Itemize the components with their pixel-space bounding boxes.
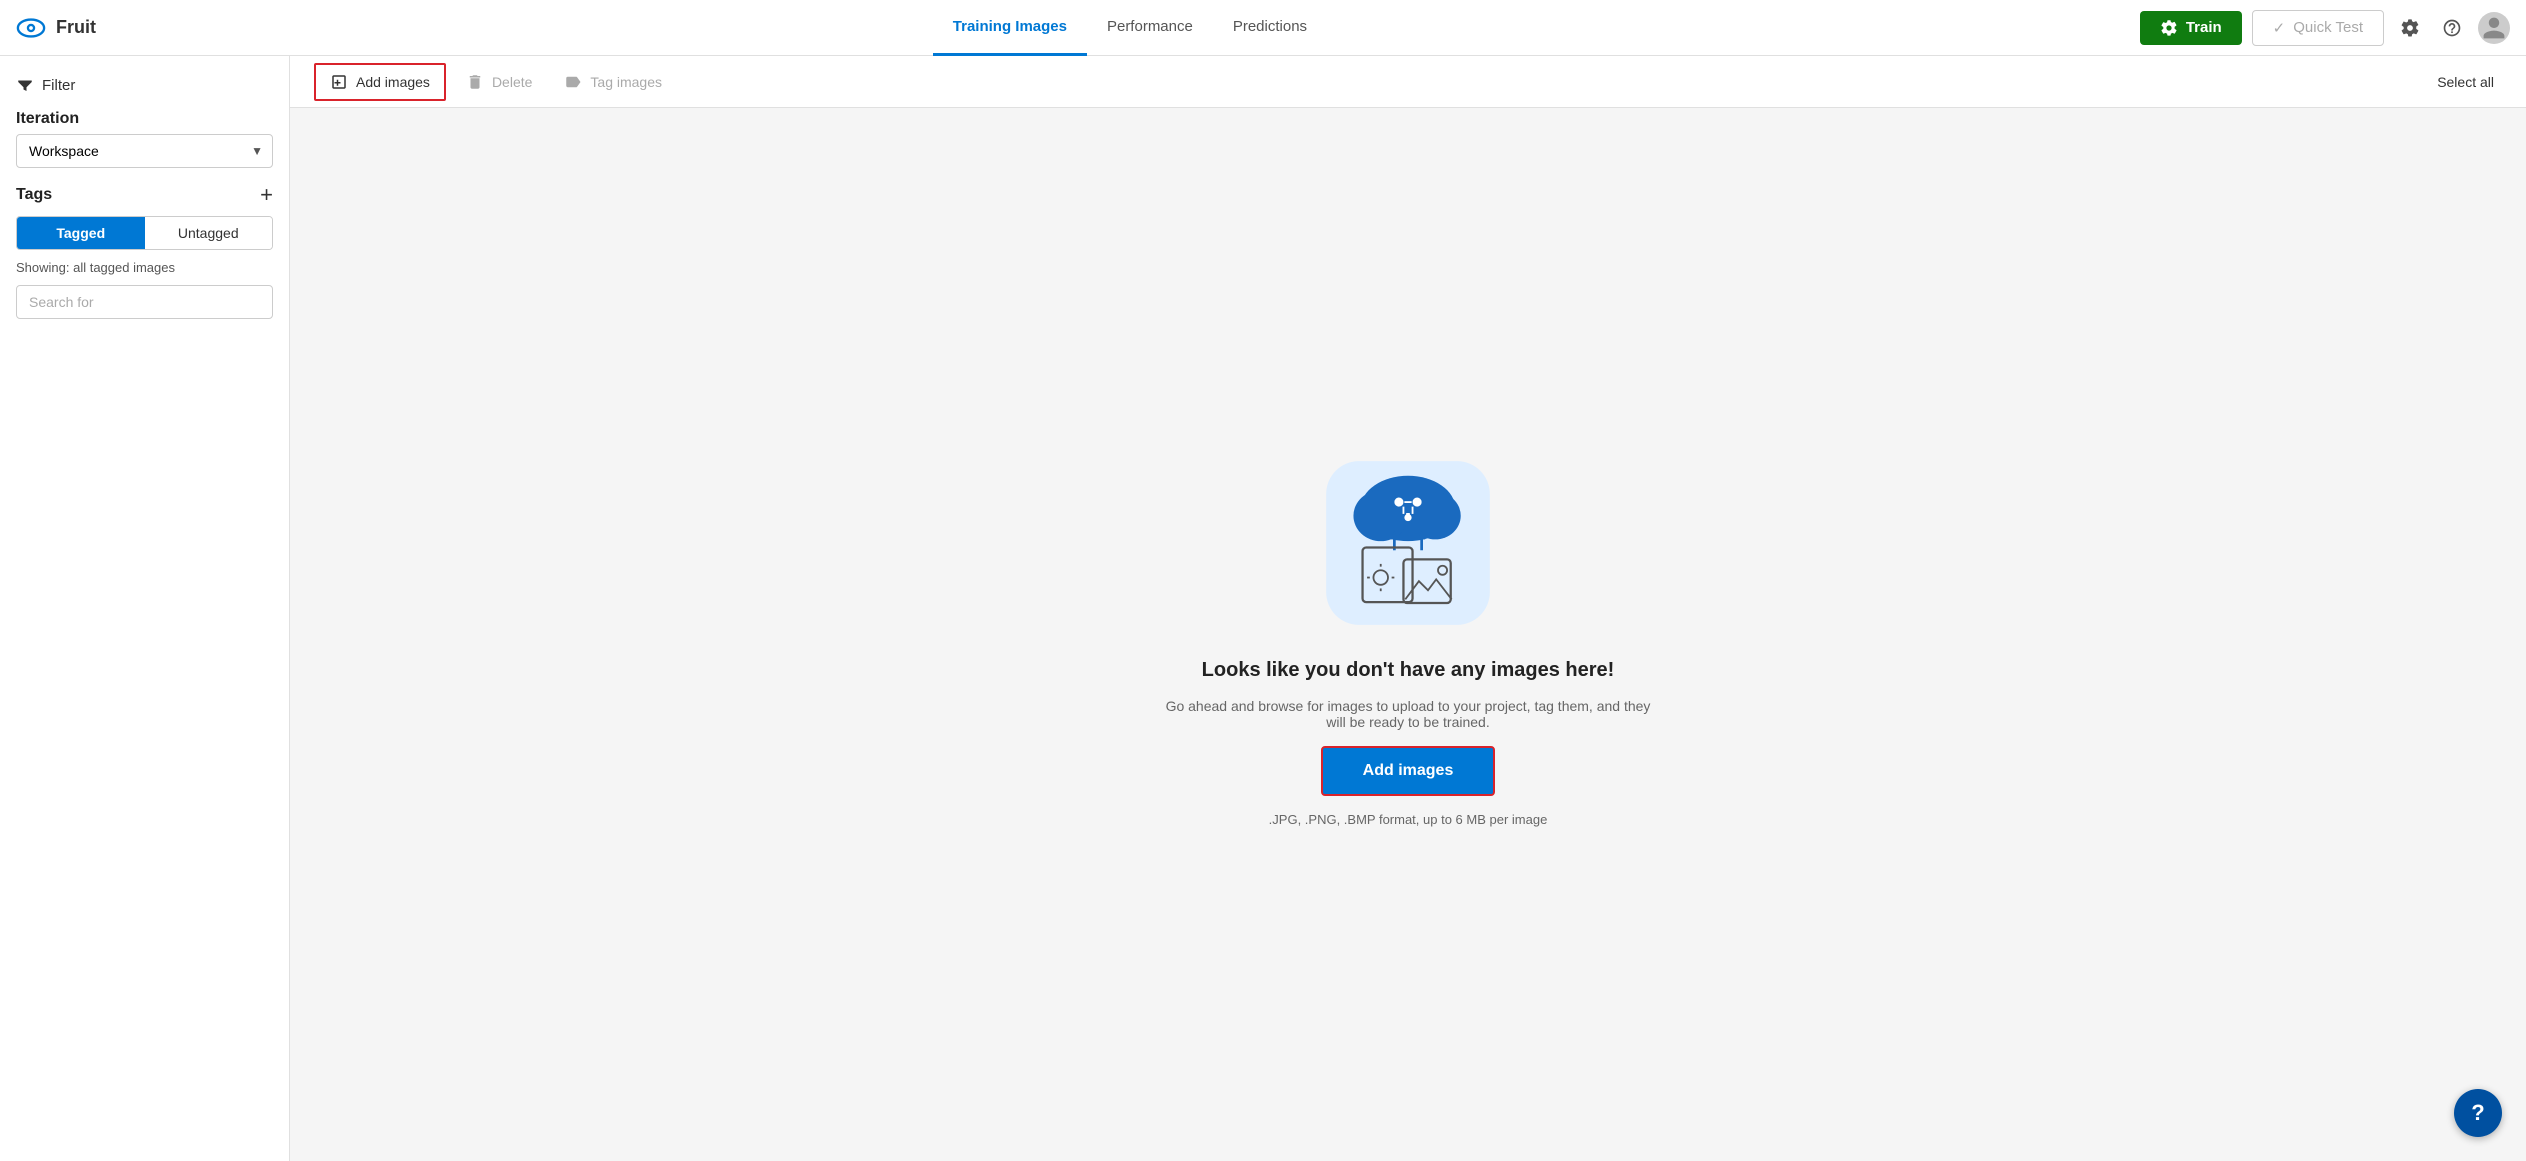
search-input[interactable] [16, 285, 273, 319]
empty-state-subtitle: Go ahead and browse for images to upload… [1158, 698, 1658, 730]
nav-tabs: Training Images Performance Predictions [120, 0, 2140, 56]
tag-images-toolbar-button[interactable]: Tag images [548, 61, 678, 103]
delete-toolbar-button[interactable]: Delete [450, 61, 548, 103]
nav-actions: Train ✓ Quick Test [2140, 10, 2510, 46]
settings-icon [2400, 18, 2420, 38]
top-navigation: Fruit Training Images Performance Predic… [0, 0, 2526, 56]
tag-toggle: Tagged Untagged [16, 216, 273, 250]
app-body: Filter Iteration Workspace ▼ Tags + Tagg… [0, 56, 2526, 1161]
delete-icon [466, 73, 484, 91]
empty-state-title: Looks like you don't have any images her… [1202, 659, 1615, 682]
sidebar: Filter Iteration Workspace ▼ Tags + Tagg… [0, 56, 290, 1161]
settings-button[interactable] [2394, 12, 2426, 44]
help-nav-icon [2442, 18, 2462, 38]
main-content: Add images Delete Tag images Select all [290, 56, 2526, 1161]
filter-icon [16, 76, 34, 94]
avatar[interactable] [2478, 12, 2510, 44]
tag-icon [564, 73, 582, 91]
train-button[interactable]: Train [2140, 11, 2242, 45]
showing-text: Showing: all tagged images [16, 260, 273, 275]
train-gear-icon [2160, 19, 2178, 37]
tags-label: Tags [16, 186, 52, 204]
empty-state-illustration [1308, 443, 1508, 643]
tab-predictions[interactable]: Predictions [1213, 0, 1327, 56]
untagged-button[interactable]: Untagged [145, 217, 273, 249]
app-title: Fruit [56, 17, 96, 38]
tab-training-images[interactable]: Training Images [933, 0, 1087, 56]
app-logo[interactable]: Fruit [16, 13, 96, 43]
avatar-icon [2481, 15, 2507, 41]
add-images-main-button[interactable]: Add images [1321, 746, 1496, 796]
quick-test-button[interactable]: ✓ Quick Test [2252, 10, 2384, 46]
iteration-label: Iteration [16, 110, 273, 128]
help-bubble[interactable]: ? [2454, 1089, 2502, 1137]
filter-label: Filter [42, 77, 75, 94]
format-text: .JPG, .PNG, .BMP format, up to 6 MB per … [1269, 812, 1548, 827]
eye-icon [16, 13, 46, 43]
help-nav-button[interactable] [2436, 12, 2468, 44]
tab-performance[interactable]: Performance [1087, 0, 1213, 56]
tags-section: Tags + Tagged Untagged Showing: all tagg… [16, 184, 273, 319]
tags-header: Tags + [16, 184, 273, 206]
add-tag-button[interactable]: + [260, 184, 273, 206]
filter-row[interactable]: Filter [16, 76, 273, 94]
add-images-icon [330, 73, 348, 91]
iteration-section: Iteration Workspace ▼ [16, 110, 273, 168]
iteration-select[interactable]: Workspace [16, 134, 273, 168]
toolbar: Add images Delete Tag images Select all [290, 56, 2526, 108]
empty-state: Looks like you don't have any images her… [290, 108, 2526, 1161]
help-bubble-icon: ? [2471, 1100, 2484, 1126]
iteration-select-wrapper: Workspace ▼ [16, 134, 273, 168]
add-images-toolbar-button[interactable]: Add images [314, 63, 446, 101]
tagged-button[interactable]: Tagged [17, 217, 145, 249]
select-all-button[interactable]: Select all [2425, 66, 2506, 98]
